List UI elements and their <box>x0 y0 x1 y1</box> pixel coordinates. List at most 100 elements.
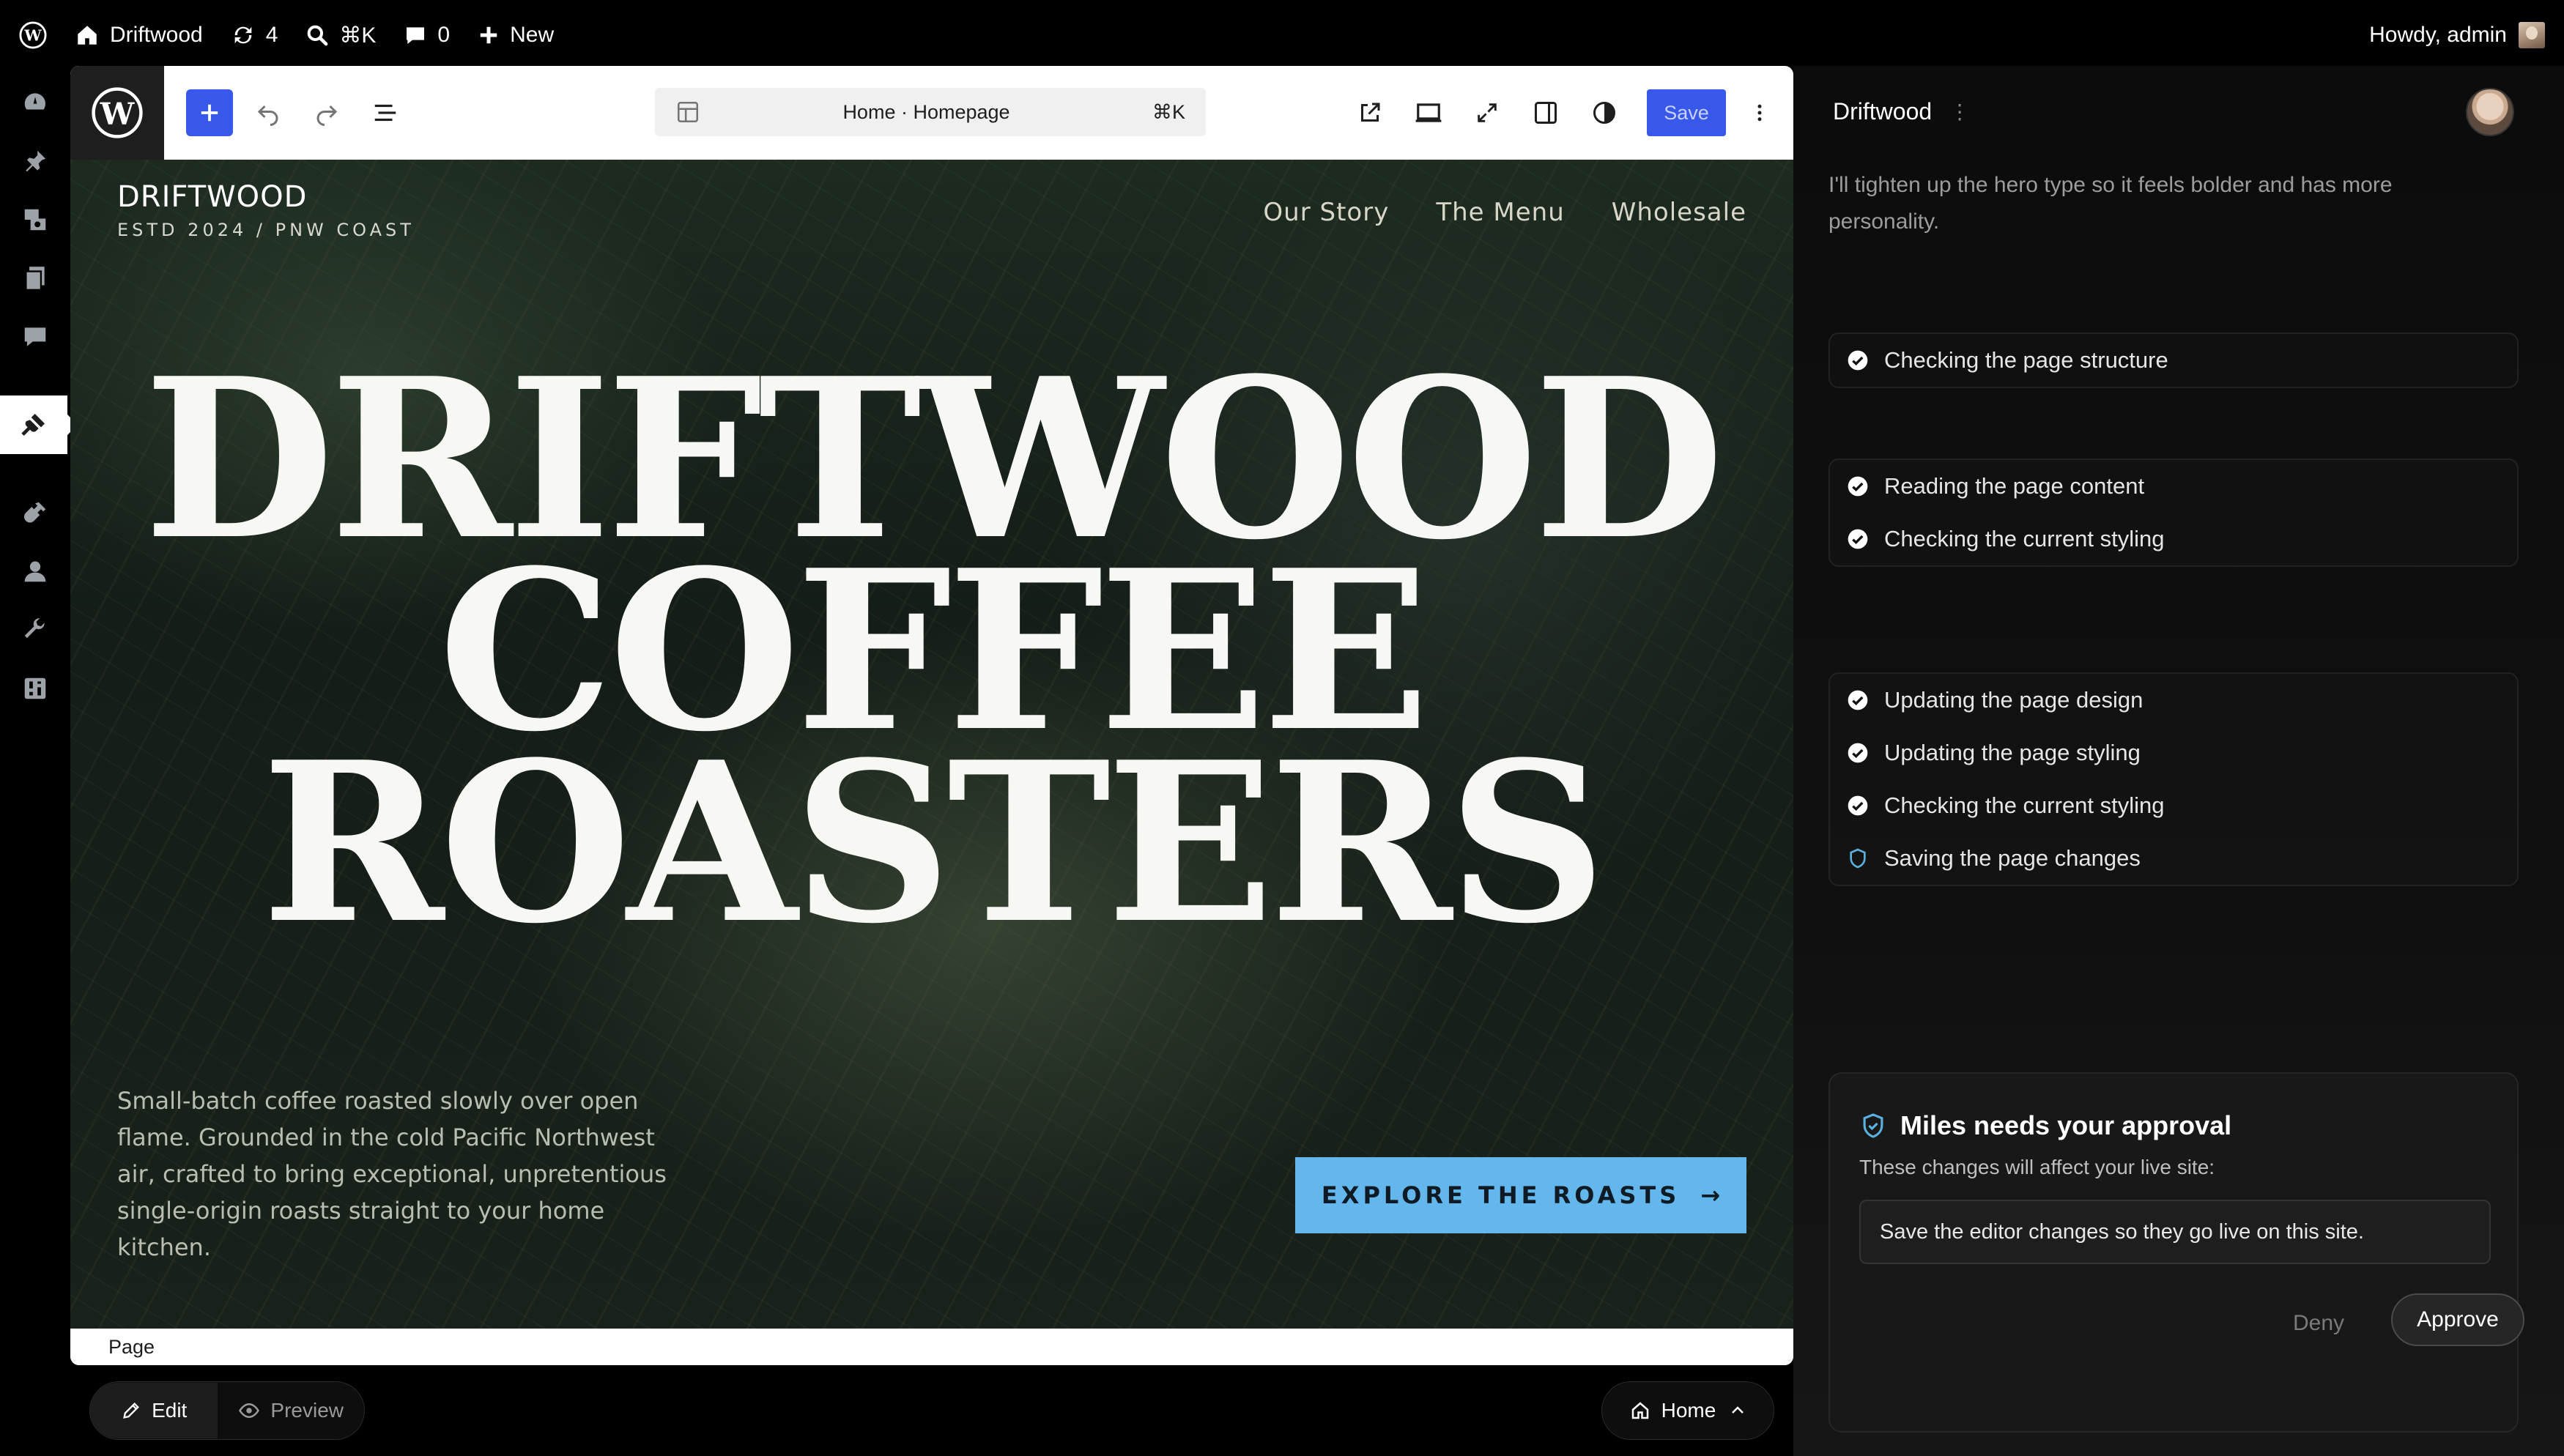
sidebar-item-plugins[interactable] <box>0 483 70 542</box>
settings-sidebar-button[interactable] <box>1522 89 1569 136</box>
sidebar-item-settings[interactable] <box>0 659 70 718</box>
task-group: Updating the page design Updating the pa… <box>1828 672 2519 886</box>
shield-check-icon <box>1863 1113 1883 1138</box>
check-circle-icon <box>1848 743 1868 763</box>
view-site-button[interactable] <box>1346 89 1393 136</box>
task-item: Reading the page content <box>1830 460 2517 513</box>
site-icon-button[interactable]: W <box>70 66 164 160</box>
hero-heading[interactable]: DRIFTWOOD COFFEE ROASTERS <box>70 349 1793 972</box>
sidebar-item-dashboard[interactable] <box>0 73 70 132</box>
more-vertical-icon <box>1757 104 1762 122</box>
task-group: Checking the page structure <box>1828 333 2519 388</box>
sidebar-item-tools[interactable] <box>0 601 70 659</box>
wordpress-logo-icon: W <box>19 21 47 49</box>
sidebar-item-appearance[interactable] <box>0 395 78 454</box>
undo-button[interactable] <box>245 89 292 136</box>
agent-message: I'll tighten up the hero type so it feel… <box>1828 173 2393 234</box>
plugins-icon <box>23 502 46 523</box>
document-title: Home · Homepage <box>842 100 1010 123</box>
plus-icon <box>480 26 497 44</box>
deny-button[interactable]: Deny <box>2293 1298 2344 1349</box>
explore-roasts-button[interactable]: EXPLORE THE ROASTS → <box>1295 1157 1746 1233</box>
pencil-icon <box>123 1403 140 1419</box>
task-item: Updating the page design <box>1830 674 2517 727</box>
comments-count: 0 <box>437 23 451 47</box>
check-circle-icon <box>1848 690 1868 710</box>
save-button[interactable]: Save <box>1647 89 1726 136</box>
arrow-right-icon: → <box>1700 1181 1721 1209</box>
preview-label: Preview <box>270 1399 344 1422</box>
page-switcher-button[interactable]: Home <box>1601 1381 1774 1440</box>
fullscreen-button[interactable] <box>1464 89 1511 136</box>
block-breadcrumb: Page <box>70 1329 1793 1365</box>
task-label: Saving the page changes <box>1884 845 2141 871</box>
command-search[interactable]: ⌘K <box>305 0 376 70</box>
editor-toolbar: W Home · Homepage ⌘K Save <box>70 66 1793 160</box>
preview-mode-button[interactable]: Preview <box>218 1383 364 1438</box>
task-item: Saving the page changes <box>1830 832 2517 885</box>
sidebar-item-posts[interactable] <box>0 132 70 190</box>
task-label: Updating the page styling <box>1884 740 2141 765</box>
pages-icon <box>25 267 45 291</box>
task-item: Updating the page styling <box>1830 727 2517 779</box>
dashboard-icon <box>24 93 45 110</box>
more-vertical-icon[interactable]: ⋮ <box>1949 100 1970 124</box>
template-icon <box>677 101 699 123</box>
options-button[interactable] <box>1736 89 1783 136</box>
account-menu[interactable]: Howdy, admin <box>2369 22 2545 48</box>
wordpress-menu[interactable]: W <box>19 0 47 70</box>
agent-name: Driftwood <box>1833 98 1933 125</box>
cta-label: EXPLORE THE ROASTS <box>1321 1181 1681 1209</box>
edit-mode-button[interactable]: Edit <box>90 1383 218 1438</box>
site-branding[interactable]: DRIFTWOOD ESTD 2024 / PNW COAST <box>117 180 415 240</box>
site-name-link[interactable]: Driftwood <box>75 0 203 70</box>
media-icon <box>24 209 46 231</box>
intro-paragraph[interactable]: Small-batch coffee roasted slowly over o… <box>117 1082 696 1266</box>
nav-link-wholesale[interactable]: Wholesale <box>1612 198 1746 227</box>
panel-header: Driftwood ⋮ <box>1833 98 1970 125</box>
sidebar-item-users[interactable] <box>0 542 70 601</box>
breadcrumb-item-page[interactable]: Page <box>108 1336 155 1359</box>
task-label: Reading the page content <box>1884 473 2145 499</box>
appearance-icon <box>21 414 45 436</box>
undo-icon <box>257 105 278 126</box>
approve-button[interactable]: Approve <box>2391 1293 2524 1346</box>
comments-link[interactable]: 0 <box>404 0 450 70</box>
task-label: Checking the page structure <box>1884 347 2168 373</box>
block-inserter-button[interactable] <box>186 89 233 136</box>
eye-icon <box>239 1403 260 1419</box>
document-overview-button[interactable] <box>362 89 409 136</box>
redo-button[interactable] <box>303 89 350 136</box>
mode-switcher: Edit Preview <box>89 1381 365 1440</box>
site-title: DRIFTWOOD <box>117 180 308 214</box>
external-link-icon <box>1361 103 1380 122</box>
sidebar-item-pages[interactable] <box>0 249 70 308</box>
sidebar-item-media[interactable] <box>0 190 70 249</box>
task-item: Checking the current styling <box>1830 779 2517 832</box>
task-label: Checking the current styling <box>1884 792 2165 818</box>
fullscreen-icon <box>1478 103 1497 122</box>
sidebar-item-comments[interactable] <box>0 308 70 366</box>
approval-card: Miles needs your approval These changes … <box>1828 1072 2524 1433</box>
editor-canvas[interactable]: DRIFTWOOD ESTD 2024 / PNW COAST Our Stor… <box>70 160 1793 1329</box>
updates-link[interactable]: 4 <box>231 0 278 70</box>
task-item: Checking the page structure <box>1830 334 2517 387</box>
site-tagline: ESTD 2024 / PNW COAST <box>117 220 415 240</box>
hero-line: ROASTERS <box>262 713 1607 972</box>
site-editor: W Home · Homepage ⌘K Save DRIFTWOOD ESTD… <box>70 66 1793 1365</box>
avatar[interactable] <box>2466 88 2514 136</box>
command-shortcut: ⌘K <box>1152 100 1185 123</box>
nav-link-our-story[interactable]: Our Story <box>1263 198 1389 227</box>
device-preview-button[interactable] <box>1405 89 1452 136</box>
new-content-link[interactable]: New <box>478 0 554 70</box>
toolbar-actions: Save <box>1335 66 1793 160</box>
styles-button[interactable] <box>1581 89 1628 136</box>
avatar-small <box>2519 22 2545 48</box>
nav-link-the-menu[interactable]: The Menu <box>1436 198 1564 227</box>
approval-title-text: Miles needs your approval <box>1900 1110 2232 1140</box>
svg-text:W: W <box>23 26 42 45</box>
search-icon <box>308 25 328 46</box>
admin-bar: W Driftwood 4 ⌘K 0 New Howdy, admin <box>0 0 2564 70</box>
comment-icon <box>407 27 425 44</box>
command-bar[interactable]: Home · Homepage ⌘K <box>655 88 1206 136</box>
